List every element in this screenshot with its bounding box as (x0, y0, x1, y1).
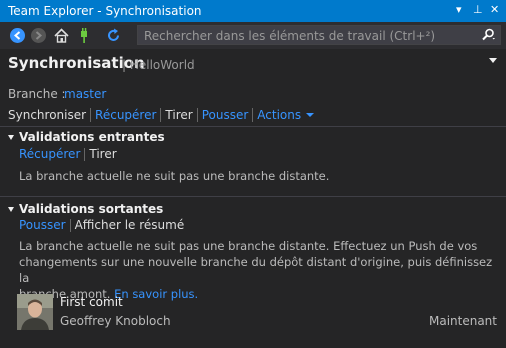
search-icon[interactable] (480, 27, 496, 43)
commit-timestamp: Maintenant (428, 314, 497, 328)
outgoing-message: La branche actuelle ne suit pas une bran… (19, 238, 503, 302)
separator (69, 218, 71, 232)
pin-icon[interactable]: ⊥ (473, 3, 483, 17)
pull-link[interactable]: Tirer (165, 108, 192, 122)
page-menu-icon[interactable] (489, 58, 497, 64)
sync-nav: Synchroniser Récupérer Tirer Pousser Act… (8, 107, 315, 123)
separator (84, 147, 86, 161)
show-summary-link[interactable]: Afficher le résumé (75, 218, 185, 232)
sync-label: Synchroniser (8, 108, 87, 122)
actions-menu[interactable]: Actions (257, 108, 301, 122)
commit-author: Geoffrey Knobloch (60, 314, 171, 328)
outgoing-message-line: La branche actuelle ne suit pas une bran… (19, 239, 478, 253)
incoming-section-title[interactable]: Validations entrantes (19, 130, 165, 144)
search-placeholder: Rechercher dans les éléments de travail … (144, 29, 436, 43)
divider (0, 126, 506, 127)
divider (0, 196, 506, 197)
collapse-icon[interactable] (8, 207, 14, 212)
separator (252, 108, 254, 122)
separator (160, 108, 162, 122)
close-icon[interactable]: ✕ (490, 3, 499, 17)
learn-more-link[interactable]: En savoir plus. (114, 287, 198, 301)
back-icon[interactable] (9, 27, 26, 44)
outgoing-section-title[interactable]: Validations sortantes (19, 202, 163, 216)
incoming-actions: Récupérer Tirer (19, 147, 117, 161)
window-title: Team Explorer - Synchronisation (8, 4, 202, 18)
outgoing-actions: Pousser Afficher le résumé (19, 218, 184, 232)
outgoing-push-link[interactable]: Pousser (19, 218, 66, 232)
home-icon[interactable] (53, 27, 70, 44)
title-bar: Team Explorer - Synchronisation ▾ ⊥ ✕ (0, 0, 506, 22)
branch-link[interactable]: master (64, 87, 106, 101)
push-link[interactable]: Pousser (202, 108, 249, 122)
connect-icon[interactable] (75, 27, 92, 44)
collapse-icon[interactable] (8, 135, 14, 140)
incoming-message: La branche actuelle ne suit pas une bran… (19, 169, 330, 183)
incoming-pull-link[interactable]: Tirer (89, 147, 116, 161)
branch-label: Branche : (8, 87, 66, 101)
search-input[interactable]: Rechercher dans les éléments de travail … (137, 25, 501, 45)
avatar (17, 294, 53, 330)
fetch-link[interactable]: Récupérer (95, 108, 156, 122)
repository-name: | HelloWorld (122, 58, 195, 72)
commit-message[interactable]: First comit (60, 295, 123, 309)
separator (196, 108, 198, 122)
avatar-photo-icon (17, 294, 53, 330)
separator (90, 108, 92, 122)
outgoing-message-line: changements sur une nouvelle branche du … (19, 255, 493, 285)
refresh-icon[interactable] (105, 27, 122, 44)
dropdown-arrow-icon[interactable]: ▾ (456, 3, 462, 17)
chevron-down-icon[interactable] (306, 113, 315, 117)
forward-icon[interactable] (30, 27, 47, 44)
incoming-fetch-link[interactable]: Récupérer (19, 147, 80, 161)
